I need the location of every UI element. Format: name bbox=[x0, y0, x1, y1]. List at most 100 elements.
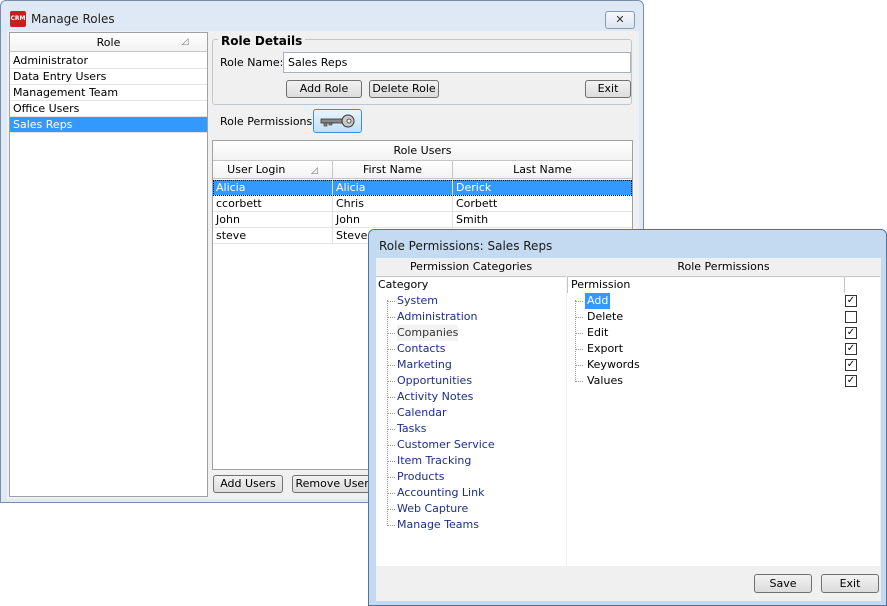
table-row[interactable]: ccorbett Chris Corbett bbox=[213, 196, 632, 212]
category-label: Calendar bbox=[397, 406, 447, 419]
tree-branch bbox=[575, 301, 583, 302]
table-row[interactable]: Alicia Alicia Derick bbox=[213, 180, 632, 196]
check-mark-icon: ✓ bbox=[846, 375, 856, 386]
permissions-window-title: Role Permissions: Sales Reps bbox=[379, 239, 553, 253]
column-header-first-name[interactable]: First Name bbox=[333, 161, 453, 179]
category-label: Products bbox=[397, 470, 445, 483]
role-column-header[interactable]: Role ◿ bbox=[10, 33, 207, 52]
category-label: Manage Teams bbox=[397, 518, 479, 531]
check-mark-icon: ✓ bbox=[846, 359, 856, 370]
close-icon: ✕ bbox=[615, 13, 625, 26]
sort-indicator-icon: ◿ bbox=[181, 37, 189, 47]
role-permissions-button[interactable] bbox=[313, 109, 362, 133]
role-item-office-users[interactable]: Office Users bbox=[10, 101, 207, 117]
check-mark-icon: ✓ bbox=[846, 327, 856, 338]
category-label: Contacts bbox=[397, 342, 446, 355]
category-label: Marketing bbox=[397, 358, 452, 371]
cell-first-name: Chris bbox=[333, 196, 453, 212]
save-button[interactable]: Save bbox=[754, 574, 812, 593]
role-item-administrator[interactable]: Administrator bbox=[10, 53, 207, 69]
role-item-data-entry-users[interactable]: Data Entry Users bbox=[10, 69, 207, 85]
table-row[interactable]: John John Smith bbox=[213, 212, 632, 228]
tree-branch bbox=[387, 477, 395, 478]
cell-first-name: Alicia bbox=[333, 180, 453, 196]
permission-label: Values bbox=[587, 374, 623, 387]
tree-branch bbox=[387, 381, 395, 382]
column-header-last-name[interactable]: Last Name bbox=[453, 161, 632, 179]
tree-branch bbox=[575, 349, 583, 350]
tree-branch bbox=[575, 333, 583, 334]
exit-button[interactable]: Exit bbox=[585, 80, 631, 98]
crm-app-icon: CRM bbox=[10, 11, 26, 27]
permission-checkbox[interactable]: ✓ bbox=[845, 327, 857, 339]
role-permissions-label: Role Permissions bbox=[220, 115, 313, 128]
column-header-user-login[interactable]: User Login ◿ bbox=[213, 161, 333, 179]
permission-label: Delete bbox=[587, 310, 624, 323]
exit-permissions-button[interactable]: Exit bbox=[821, 574, 879, 593]
role-item-management-team[interactable]: Management Team bbox=[10, 85, 207, 101]
delete-role-button[interactable]: Delete Role bbox=[369, 80, 439, 98]
cell-user-login: Alicia bbox=[213, 180, 333, 196]
tree-branch bbox=[387, 413, 395, 414]
category-label: Item Tracking bbox=[397, 454, 472, 467]
tree-branch bbox=[575, 365, 583, 366]
role-name-label: Role Name: bbox=[220, 56, 284, 69]
category-tree[interactable]: Category System Administration Companies… bbox=[376, 276, 566, 566]
tree-connector bbox=[575, 300, 576, 380]
permission-label: Edit bbox=[587, 326, 609, 339]
permission-checkbox[interactable]: ✓ bbox=[845, 343, 857, 355]
permission-checkbox[interactable]: ✓ bbox=[845, 375, 857, 387]
check-mark-icon: ✓ bbox=[846, 295, 856, 306]
key-icon bbox=[320, 114, 355, 128]
tree-branch bbox=[387, 493, 395, 494]
permission-column-header: Permission bbox=[567, 277, 844, 293]
permission-checkbox[interactable]: ✓ bbox=[845, 359, 857, 371]
tree-branch bbox=[387, 509, 395, 510]
sort-indicator-icon: ◿ bbox=[310, 166, 318, 176]
remove-users-button[interactable]: Remove Users bbox=[292, 475, 378, 493]
window-title: Manage Roles bbox=[31, 12, 115, 26]
role-item-sales-reps[interactable]: Sales Reps bbox=[10, 117, 207, 133]
cell-user-login: ccorbett bbox=[213, 196, 333, 212]
category-label: Customer Service bbox=[397, 438, 495, 451]
role-users-caption: Role Users bbox=[213, 141, 632, 161]
role-details-legend: Role Details bbox=[218, 34, 306, 48]
role-header-label: Role bbox=[96, 36, 121, 49]
permissions-client-area: Permission Categories Role Permissions C… bbox=[376, 258, 881, 601]
cell-user-login: John bbox=[213, 212, 333, 228]
category-label: Tasks bbox=[397, 422, 427, 435]
cell-last-name: Corbett bbox=[456, 197, 498, 210]
role-name-input[interactable]: Sales Reps bbox=[283, 52, 631, 73]
checked-column-header bbox=[844, 277, 880, 293]
tree-branch bbox=[575, 317, 583, 318]
tree-branch bbox=[387, 461, 395, 462]
close-window-button[interactable]: ✕ bbox=[605, 11, 635, 29]
permission-label: Export bbox=[587, 342, 624, 355]
title-bar[interactable]: CRM Manage Roles ✕ bbox=[1, 1, 643, 31]
role-list[interactable]: Role ◿ Administrator Data Entry Users Ma… bbox=[9, 32, 208, 497]
cell-first-name: John bbox=[333, 212, 453, 228]
permission-categories-header: Permission Categories bbox=[409, 260, 533, 273]
category-label: System bbox=[397, 294, 439, 307]
permission-checkbox[interactable]: ✓ bbox=[845, 295, 857, 307]
tree-branch bbox=[387, 445, 395, 446]
add-users-button[interactable]: Add Users bbox=[213, 475, 283, 493]
tree-branch bbox=[387, 429, 395, 430]
category-label: Accounting Link bbox=[397, 486, 485, 499]
permission-label: Keywords bbox=[587, 358, 640, 371]
cell-last-name: Derick bbox=[456, 181, 492, 194]
tree-branch bbox=[387, 301, 395, 302]
check-mark-icon: ✓ bbox=[846, 343, 856, 354]
permission-list[interactable]: Permission Add Delete Edit Export Keywor… bbox=[567, 276, 880, 566]
permission-checkbox[interactable] bbox=[845, 311, 857, 323]
add-role-button[interactable]: Add Role bbox=[286, 80, 362, 98]
tree-branch bbox=[575, 381, 583, 382]
tree-branch bbox=[387, 397, 395, 398]
category-label: Administration bbox=[397, 310, 478, 323]
tree-branch bbox=[387, 365, 395, 366]
user-login-header-label: User Login bbox=[227, 163, 286, 176]
category-label: Opportunities bbox=[397, 374, 473, 387]
tree-branch bbox=[387, 333, 395, 334]
category-label: Web Capture bbox=[397, 502, 469, 515]
category-label: Companies bbox=[397, 325, 459, 341]
